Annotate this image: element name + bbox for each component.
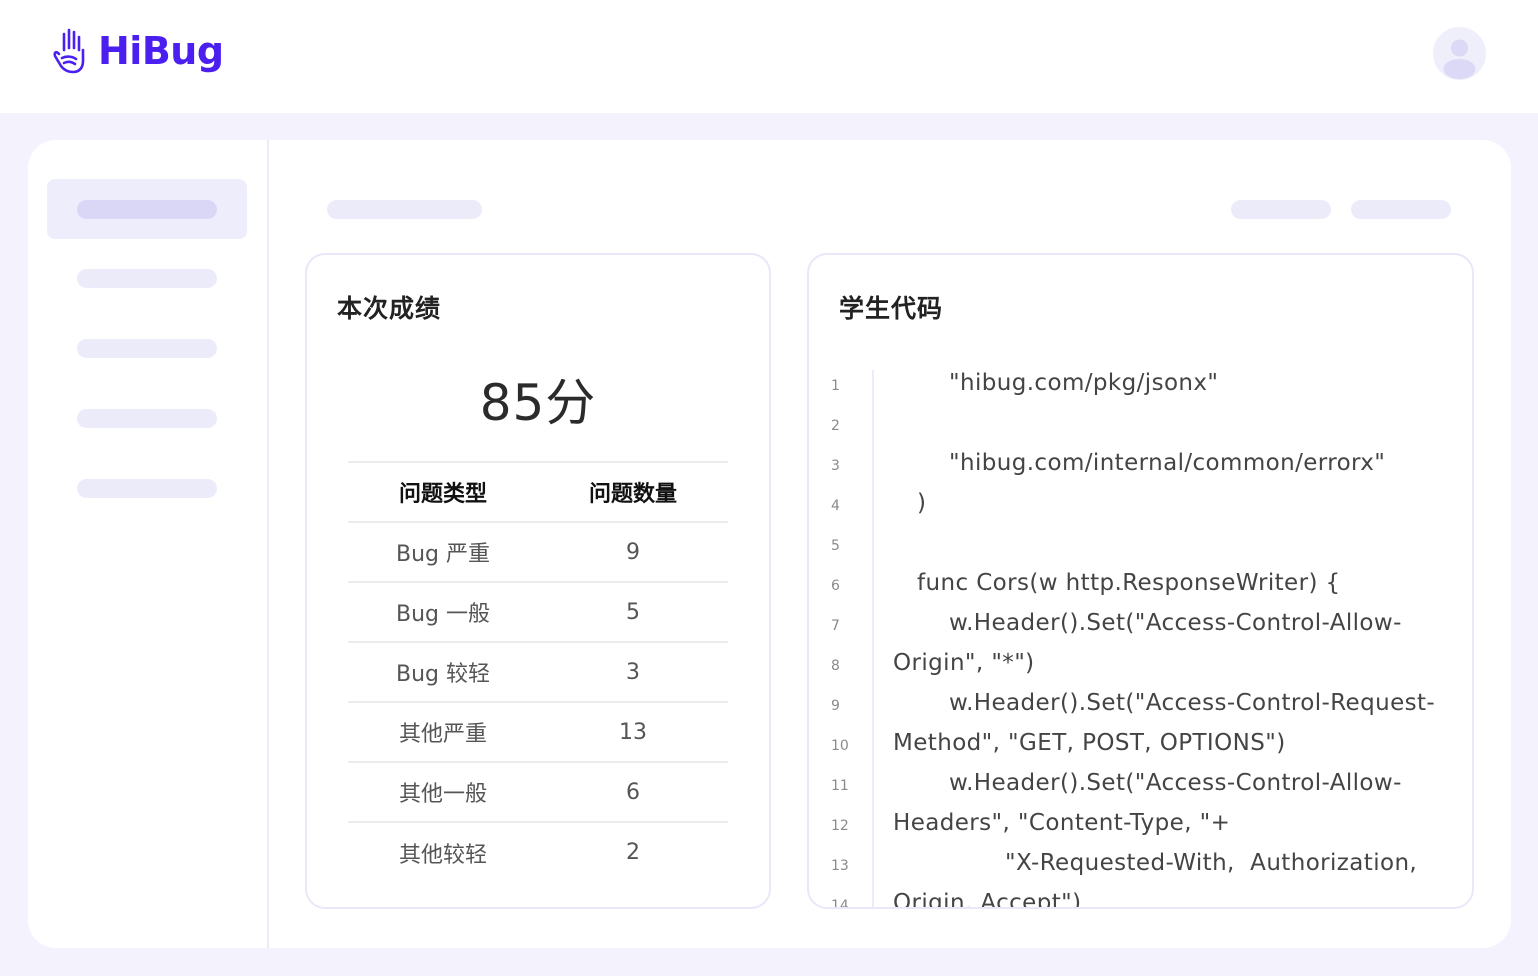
header-action-placeholder[interactable] <box>1231 200 1331 219</box>
score-value: 85分 <box>479 374 597 432</box>
code-line: w.Header().Set("Access-Control-Allow- <box>949 610 1402 636</box>
issue-count: 6 <box>538 761 728 822</box>
code-card: 学生代码 1 "hibug.com/pkg/jsonx" 2 3 "hibug.… <box>807 253 1474 909</box>
sidebar-divider <box>267 140 269 948</box>
line-number: 13 <box>831 858 849 874</box>
issue-count: 3 <box>538 641 728 702</box>
table-row: 其他严重 13 <box>348 701 728 762</box>
sidebar-item-placeholder[interactable] <box>77 479 217 498</box>
line-number: 9 <box>831 698 840 714</box>
issue-type: 其他较轻 <box>348 821 538 882</box>
sidebar <box>28 140 267 948</box>
code-line: "hibug.com/internal/common/errorx" <box>949 450 1386 476</box>
code-line: Method", "GET, POST, OPTIONS") <box>893 730 1286 756</box>
table-row: Bug 严重 9 <box>348 521 728 582</box>
main-panel: 本次成绩 85分 问题类型 问题数量 Bug 严重 9 Bug 一般 5 Bug… <box>28 140 1511 948</box>
line-number: 6 <box>831 578 840 594</box>
line-number: 12 <box>831 818 849 834</box>
issue-count: 9 <box>538 521 728 582</box>
hand-icon <box>53 28 85 74</box>
issue-type: 其他一般 <box>348 761 538 822</box>
gutter-divider <box>872 370 874 907</box>
line-number: 11 <box>831 778 849 794</box>
header-action-placeholder[interactable] <box>1351 200 1451 219</box>
brand-name: HiBug <box>98 29 224 73</box>
table-header-row: 问题类型 问题数量 <box>348 461 728 522</box>
line-number: 5 <box>831 538 840 554</box>
score-card-title: 本次成绩 <box>337 294 442 323</box>
issue-table: 问题类型 问题数量 Bug 严重 9 Bug 一般 5 Bug 较轻 3 其他严… <box>348 461 728 882</box>
line-number: 14 <box>831 898 849 909</box>
code-line: "X-Requested-With, Authorization, <box>1005 850 1418 876</box>
issue-count: 5 <box>538 581 728 642</box>
code-line: w.Header().Set("Access-Control-Allow- <box>949 770 1402 796</box>
sidebar-item-placeholder[interactable] <box>77 269 217 288</box>
issue-type: Bug 较轻 <box>348 641 538 702</box>
sidebar-item-placeholder <box>77 200 217 219</box>
user-avatar[interactable] <box>1433 27 1486 80</box>
code-line: w.Header().Set("Access-Control-Request- <box>949 690 1436 716</box>
code-viewer[interactable]: 1 "hibug.com/pkg/jsonx" 2 3 "hibug.com/i… <box>809 370 1472 909</box>
brand-logo[interactable]: HiBug <box>52 28 224 74</box>
code-line: ) <box>917 490 927 516</box>
top-bar: HiBug <box>0 0 1538 113</box>
sidebar-item-placeholder[interactable] <box>77 409 217 428</box>
issue-type: 其他严重 <box>348 701 538 762</box>
line-number: 1 <box>831 378 840 394</box>
line-number: 4 <box>831 498 840 514</box>
line-number: 2 <box>831 418 840 434</box>
issue-count: 13 <box>538 701 728 762</box>
table-row: Bug 较轻 3 <box>348 641 728 702</box>
line-number: 8 <box>831 658 840 674</box>
user-avatar-icon <box>1443 39 1476 79</box>
code-line: func Cors(w http.ResponseWriter) { <box>917 570 1341 596</box>
line-number: 7 <box>831 618 840 634</box>
column-header-count: 问题数量 <box>538 461 728 522</box>
line-number: 10 <box>831 738 849 754</box>
breadcrumb-placeholder <box>327 200 482 219</box>
code-line: Origin", "*") <box>893 650 1035 676</box>
code-line: Headers", "Content-Type, "+ <box>893 810 1231 836</box>
column-header-type: 问题类型 <box>348 461 538 522</box>
table-row: Bug 一般 5 <box>348 581 728 642</box>
table-row: 其他较轻 2 <box>348 821 728 882</box>
issue-type: Bug 一般 <box>348 581 538 642</box>
code-line: "hibug.com/pkg/jsonx" <box>949 370 1219 396</box>
sidebar-item-placeholder[interactable] <box>77 339 217 358</box>
issue-type: Bug 严重 <box>348 521 538 582</box>
code-card-title: 学生代码 <box>839 294 944 323</box>
score-card: 本次成绩 85分 问题类型 问题数量 Bug 严重 9 Bug 一般 5 Bug… <box>305 253 771 909</box>
line-number: 3 <box>831 458 840 474</box>
code-line: Origin, Accept") <box>893 890 1082 909</box>
table-row: 其他一般 6 <box>348 761 728 822</box>
issue-count: 2 <box>538 821 728 882</box>
